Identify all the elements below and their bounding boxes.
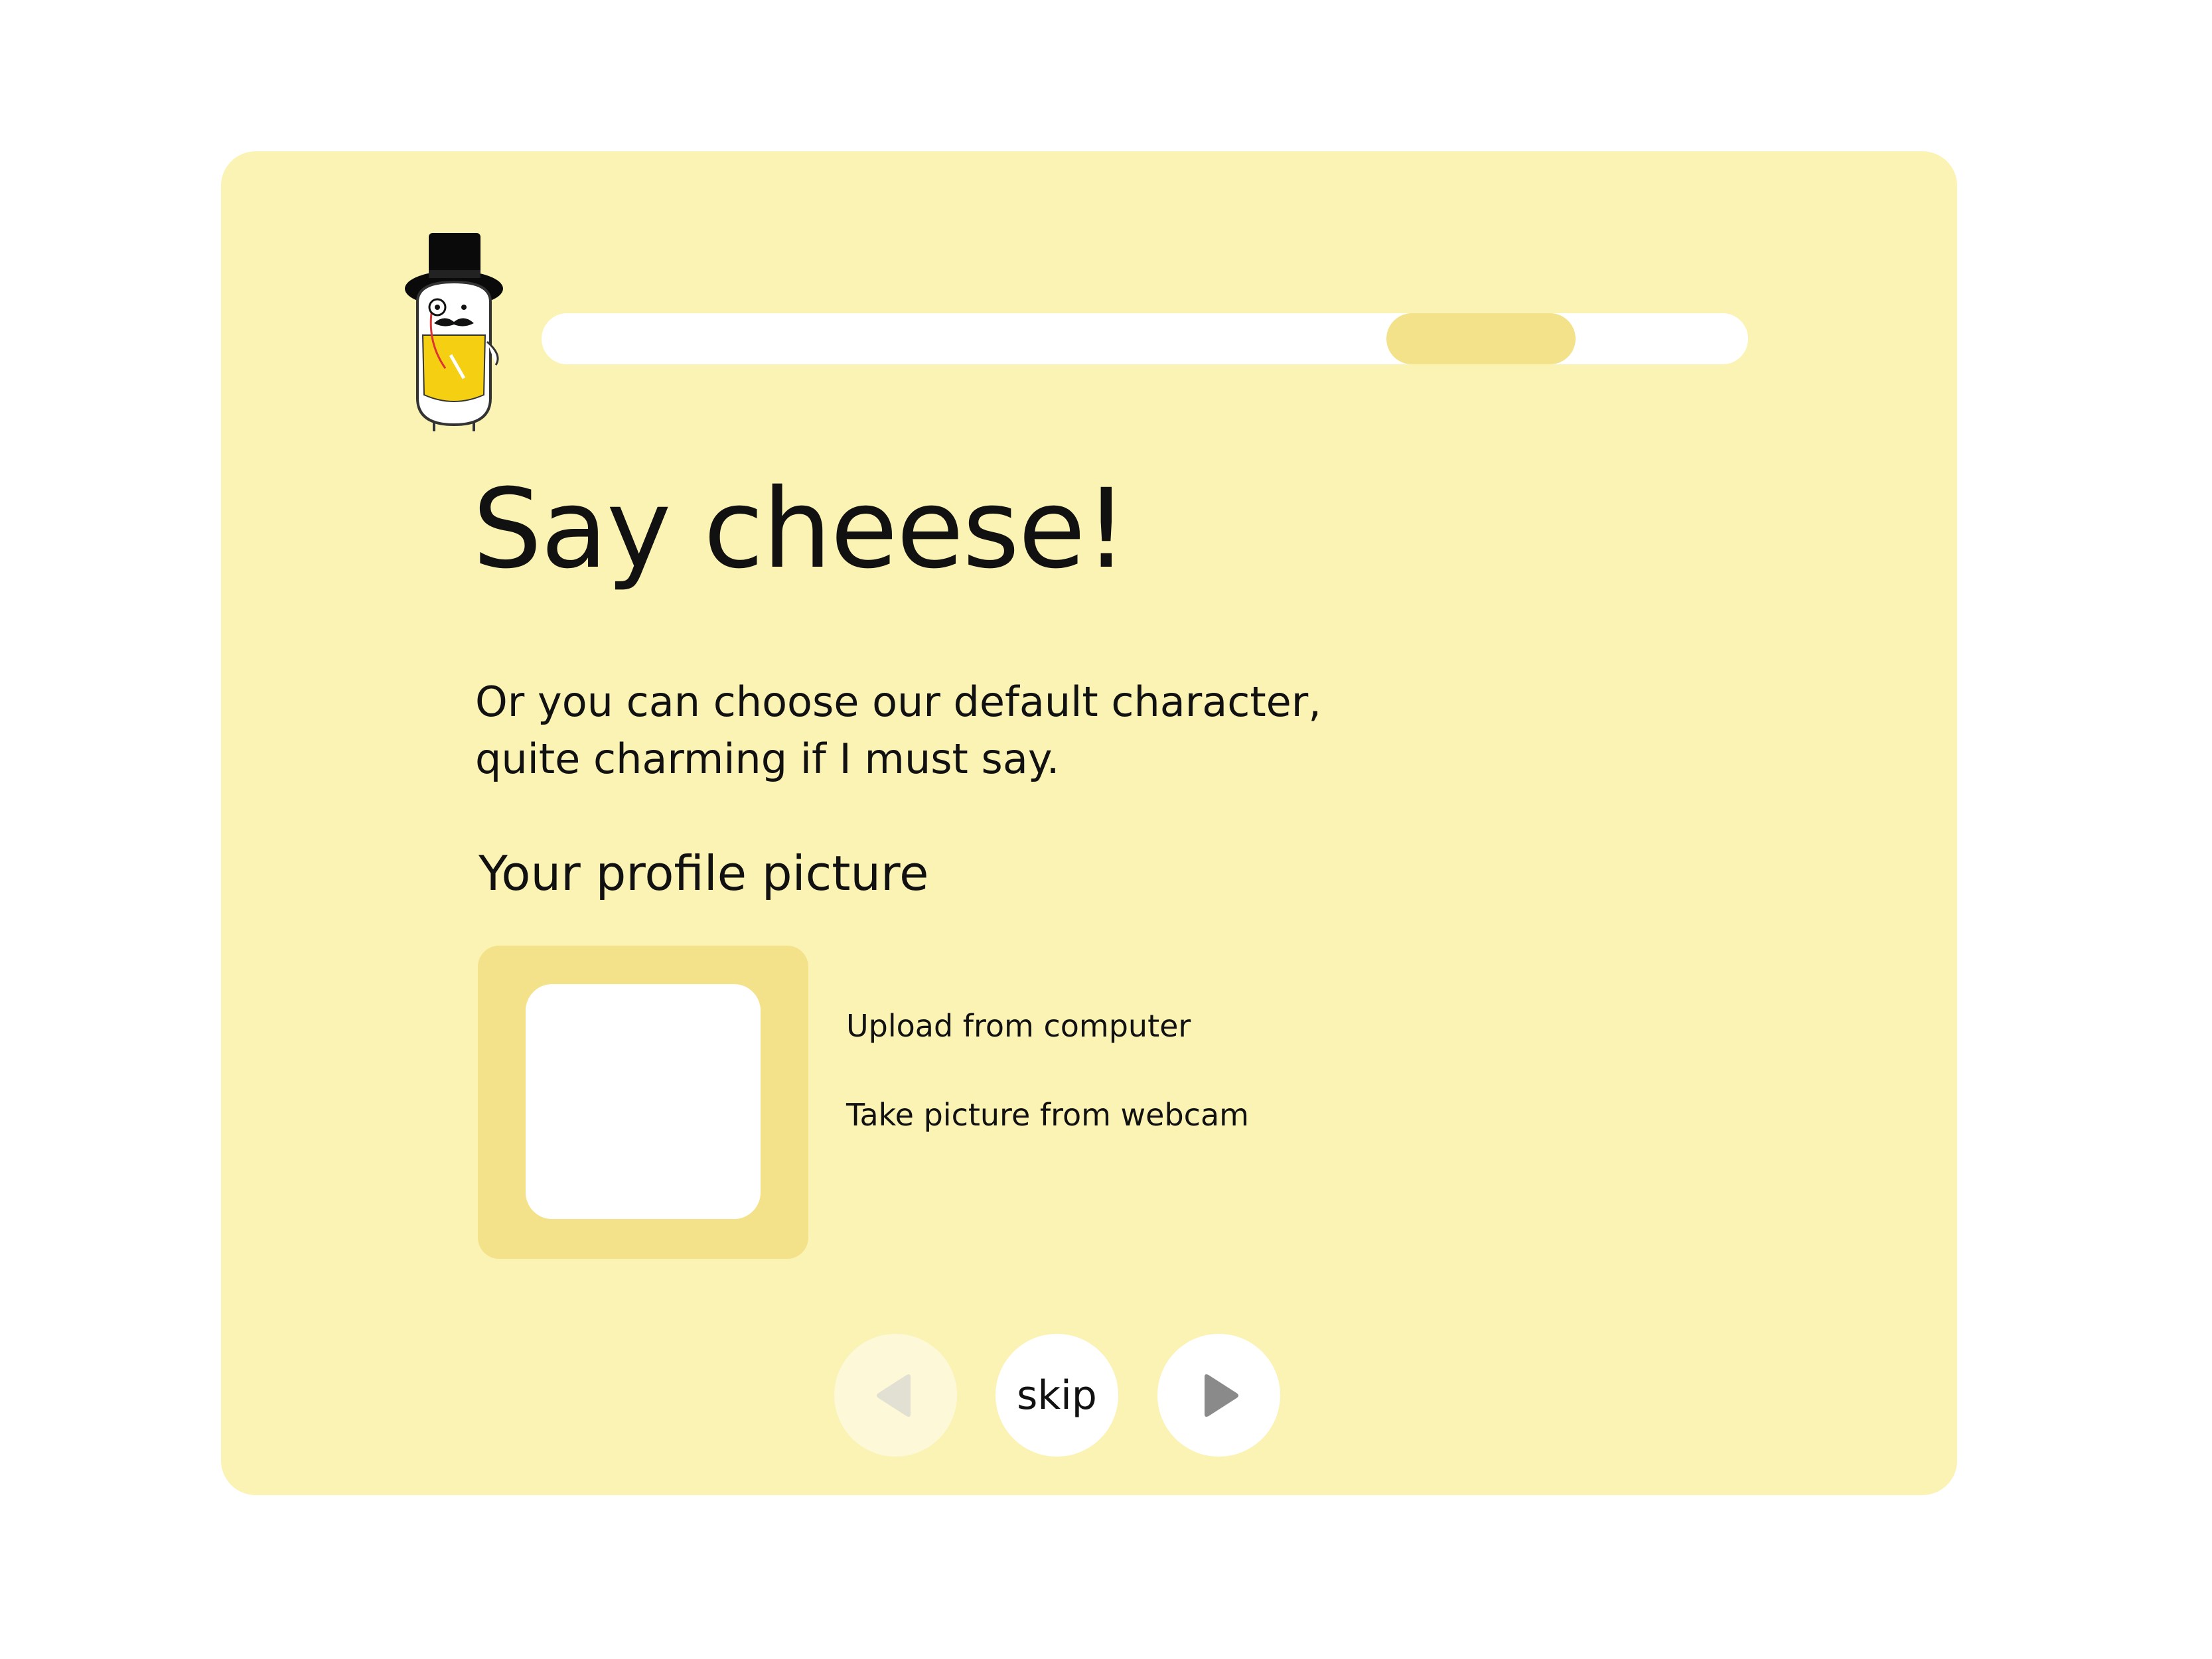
subtitle-line-2: quite charming if I must say. <box>475 735 1060 783</box>
back-button[interactable] <box>834 1334 957 1457</box>
gentleman-mascot-icon <box>405 233 503 431</box>
next-button[interactable] <box>1157 1334 1280 1457</box>
take-webcam-picture-link[interactable]: Take picture from webcam <box>846 1100 1249 1130</box>
skip-button[interactable]: skip <box>995 1334 1118 1457</box>
next-arrow-icon <box>1204 1374 1238 1417</box>
skip-label: skip <box>1017 1372 1097 1419</box>
profile-picture-label: Your profile picture <box>479 845 929 901</box>
page-subtitle: Or you can choose our default character,… <box>475 674 1338 788</box>
back-arrow-icon <box>876 1374 911 1417</box>
subtitle-line-1: Or you can choose our default character, <box>475 678 1321 726</box>
progress-bar <box>542 313 1748 364</box>
profile-picture-preview[interactable] <box>526 984 761 1219</box>
page-title: Say cheese! <box>473 465 1128 593</box>
upload-from-computer-link[interactable]: Upload from computer <box>846 1011 1191 1041</box>
profile-picture-frame <box>478 946 808 1259</box>
progress-indicator <box>1386 313 1576 364</box>
